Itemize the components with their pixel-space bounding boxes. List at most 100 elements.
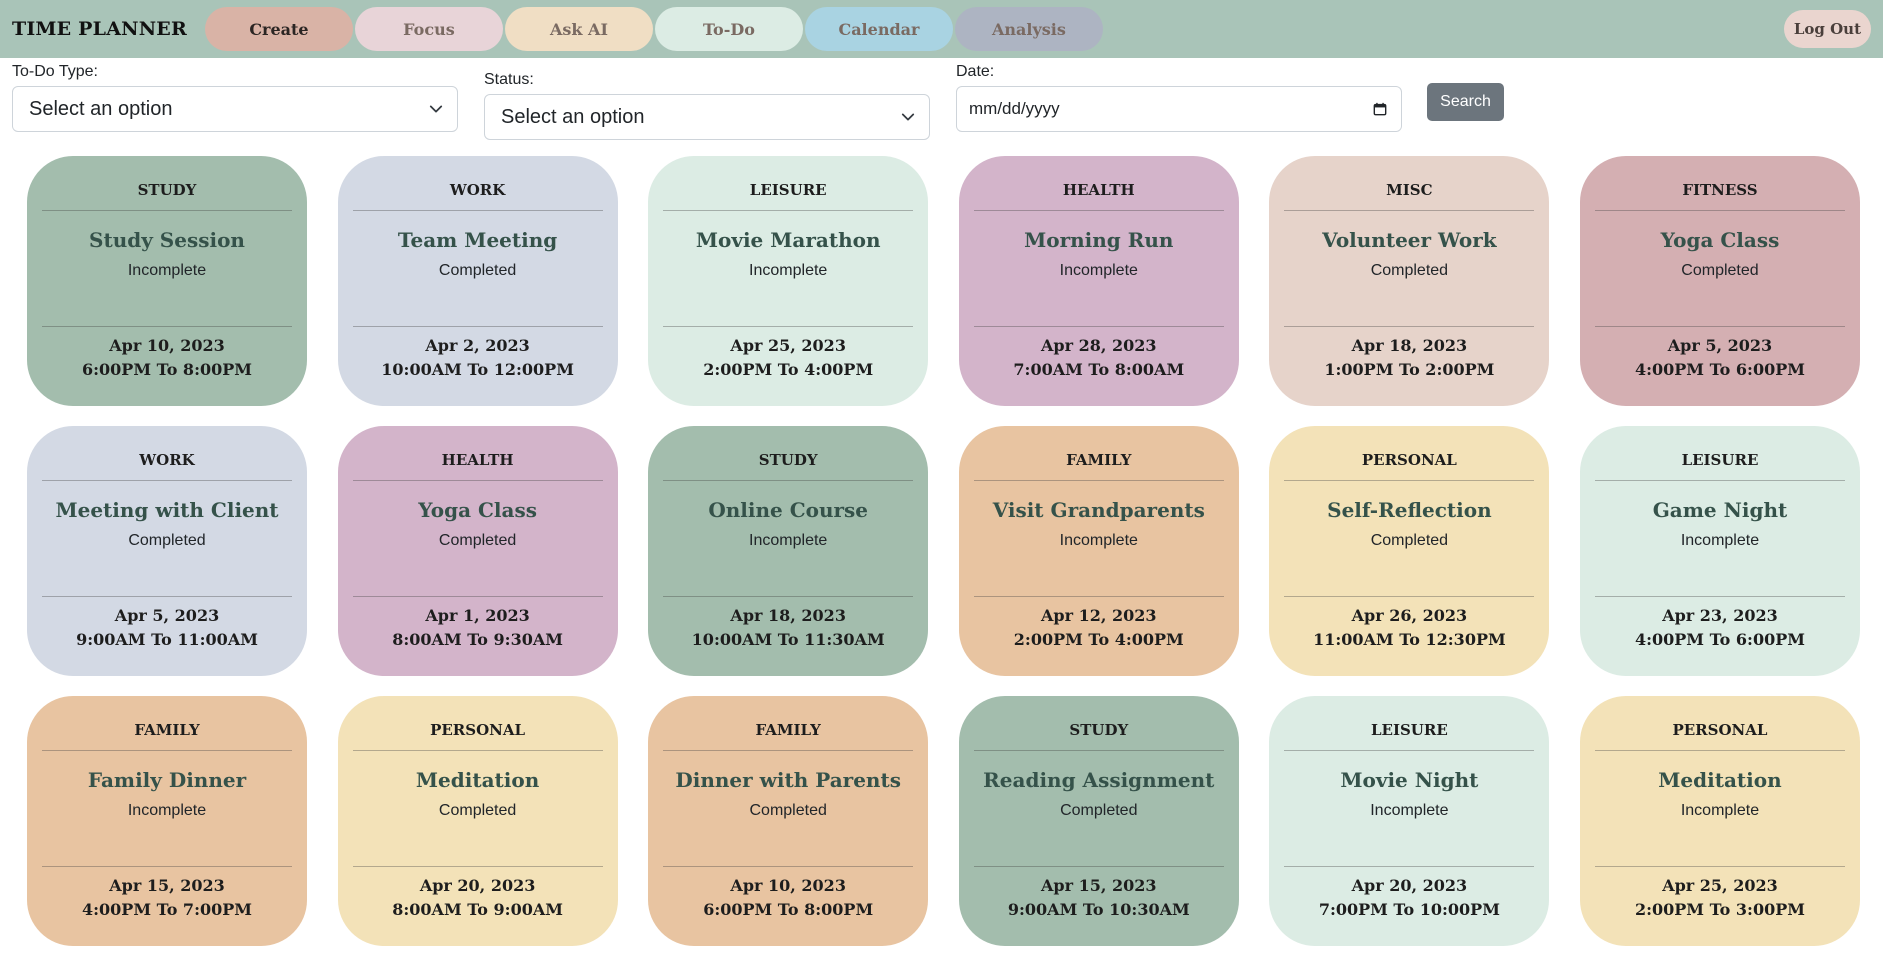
todo-card[interactable]: LEISURE Movie Marathon Incomplete Apr 25, 2…: [648, 156, 929, 406]
chevron-down-icon: [429, 105, 443, 113]
todo-type: STUDY: [137, 181, 197, 199]
divider: [42, 326, 292, 327]
tab-focus[interactable]: Focus: [354, 7, 503, 51]
todo-time: 7:00AM To 8:00AM: [1013, 360, 1185, 379]
date-input[interactable]: mm/dd/yyyy: [956, 86, 1402, 132]
todo-card[interactable]: LEISURE Game Night Incomplete Apr 23, 2023 4…: [1579, 426, 1860, 676]
divider: [42, 750, 292, 751]
logout-button[interactable]: Log Out: [1783, 10, 1871, 48]
todo-date: Apr 18, 2023: [1351, 336, 1468, 355]
divider: [1594, 750, 1845, 751]
todo-time: 6:00PM To 8:00PM: [82, 360, 252, 379]
todo-date: Apr 23, 2023: [1662, 606, 1778, 625]
todo-type: MISC: [1386, 181, 1433, 199]
todo-date: Apr 5, 2023: [114, 606, 220, 625]
todo-title: Morning Run: [1024, 228, 1174, 252]
todo-card[interactable]: WORK Meeting with Client Completed Apr 5, 2…: [27, 426, 307, 676]
todo-card[interactable]: STUDY Reading Assignment Completed Apr 15, …: [958, 696, 1239, 946]
todo-title: Visit Grandparents: [992, 498, 1205, 522]
todo-type: LEISURE: [1370, 721, 1448, 739]
divider: [1594, 210, 1845, 211]
divider: [352, 326, 603, 327]
divider: [973, 480, 1224, 481]
divider: [1284, 866, 1535, 867]
todo-grid: STUDY Study Session Incomplete Apr 10, 2023…: [27, 156, 1860, 946]
search-button[interactable]: Search: [1427, 83, 1504, 121]
todo-card[interactable]: STUDY Online Course Incomplete Apr 18, 2023…: [648, 426, 929, 676]
todo-title: Meeting with Client: [55, 498, 279, 522]
todo-time: 8:00AM To 9:30AM: [392, 630, 563, 649]
todo-title: Movie Marathon: [695, 228, 881, 252]
todo-card[interactable]: FAMILY Family Dinner Incomplete Apr 15, 202…: [27, 696, 307, 946]
status-select[interactable]: Select an option: [484, 94, 930, 140]
status-filter: Status: Select an option: [484, 70, 930, 140]
todo-card[interactable]: PERSONAL Meditation Completed Apr 20, 2023 8…: [337, 696, 618, 946]
todo-card[interactable]: PERSONAL Self-Reflection Completed Apr 26, …: [1269, 426, 1550, 676]
divider: [663, 866, 914, 867]
todo-date: Apr 15, 2023: [109, 876, 225, 895]
todo-type-label: To-Do Type:: [12, 63, 98, 80]
todo-time: 9:00AM To 10:30AM: [1007, 900, 1190, 919]
tab-calendar[interactable]: Calendar: [804, 7, 953, 51]
todo-status: Completed: [1681, 262, 1759, 279]
todo-card[interactable]: HEALTH Morning Run Incomplete Apr 28, 2023 7…: [958, 156, 1239, 406]
todo-card[interactable]: STUDY Study Session Incomplete Apr 10, 2023…: [27, 156, 307, 406]
date-filter: Date: mm/dd/yyyy: [956, 62, 1402, 132]
todo-type: WORK: [139, 451, 195, 469]
brand-title[interactable]: TIME PLANNER: [12, 18, 187, 40]
todo-card[interactable]: WORK Team Meeting Completed Apr 2, 2023 10:0…: [337, 156, 618, 406]
todo-title: Game Night: [1652, 498, 1788, 522]
todo-time: 6:00PM To 8:00PM: [703, 900, 874, 919]
todo-type: PERSONAL: [1672, 721, 1768, 739]
todo-type: HEALTH: [1062, 181, 1135, 199]
todo-card[interactable]: HEALTH Yoga Class Completed Apr 1, 2023 8:00…: [337, 426, 618, 676]
todo-type: LEISURE: [1681, 451, 1759, 469]
todo-card[interactable]: LEISURE Movie Night Incomplete Apr 20, 2023…: [1269, 696, 1550, 946]
todo-card[interactable]: PERSONAL Meditation Incomplete Apr 25, 2023…: [1579, 696, 1860, 946]
todo-type: LEISURE: [749, 181, 827, 199]
tab-create[interactable]: Create: [204, 7, 353, 51]
todo-card[interactable]: MISC Volunteer Work Completed Apr 18, 2023 1…: [1269, 156, 1550, 406]
todo-date: Apr 5, 2023: [1667, 336, 1773, 355]
todo-card[interactable]: FAMILY Visit Grandparents Incomplete Apr 12…: [958, 426, 1239, 676]
todo-card[interactable]: FITNESS Yoga Class Completed Apr 5, 2023 4:0…: [1579, 156, 1860, 406]
todo-type: STUDY: [758, 451, 818, 469]
todo-type: FAMILY: [755, 721, 821, 739]
todo-date: Apr 12, 2023: [1041, 606, 1157, 625]
divider: [1594, 480, 1845, 481]
tab-analysis[interactable]: Analysis: [954, 7, 1103, 51]
divider: [1594, 866, 1845, 867]
todo-card[interactable]: FAMILY Dinner with Parents Completed Apr 10…: [648, 696, 929, 946]
todo-type-select[interactable]: Select an option: [12, 86, 458, 132]
divider: [663, 750, 914, 751]
todo-title: Movie Night: [1340, 768, 1479, 792]
status-label: Status:: [484, 71, 534, 88]
todo-type: WORK: [449, 181, 506, 199]
divider: [42, 210, 292, 211]
todo-title: Self-Reflection: [1327, 498, 1492, 522]
todo-title: Volunteer Work: [1322, 228, 1497, 252]
todo-time: 8:00AM To 9:00AM: [392, 900, 563, 919]
divider: [973, 596, 1224, 597]
divider: [1284, 326, 1535, 327]
todo-title: Team Meeting: [397, 228, 558, 252]
todo-status: Completed: [1370, 262, 1449, 279]
todo-date: Apr 1, 2023: [425, 606, 530, 625]
todo-title: Online Course: [708, 498, 869, 522]
divider: [352, 750, 603, 751]
todo-date: Apr 20, 2023: [419, 876, 536, 895]
tab-todo[interactable]: To-Do: [654, 7, 803, 51]
todo-status: Incomplete: [127, 802, 207, 819]
divider: [973, 750, 1224, 751]
date-label: Date:: [956, 63, 995, 80]
tab-ask-ai[interactable]: Ask AI: [504, 7, 653, 51]
todo-time: 2:00PM To 3:00PM: [1634, 900, 1805, 919]
todo-time: 2:00PM To 4:00PM: [1013, 630, 1184, 649]
todo-time: 7:00PM To 10:00PM: [1318, 900, 1500, 919]
todo-title: Yoga Class: [418, 498, 537, 522]
calendar-icon[interactable]: [1373, 102, 1387, 116]
todo-date: Apr 20, 2023: [1351, 876, 1468, 895]
status-value: Select an option: [501, 106, 645, 128]
todo-type: HEALTH: [441, 451, 514, 469]
todo-date: Apr 26, 2023: [1351, 606, 1468, 625]
